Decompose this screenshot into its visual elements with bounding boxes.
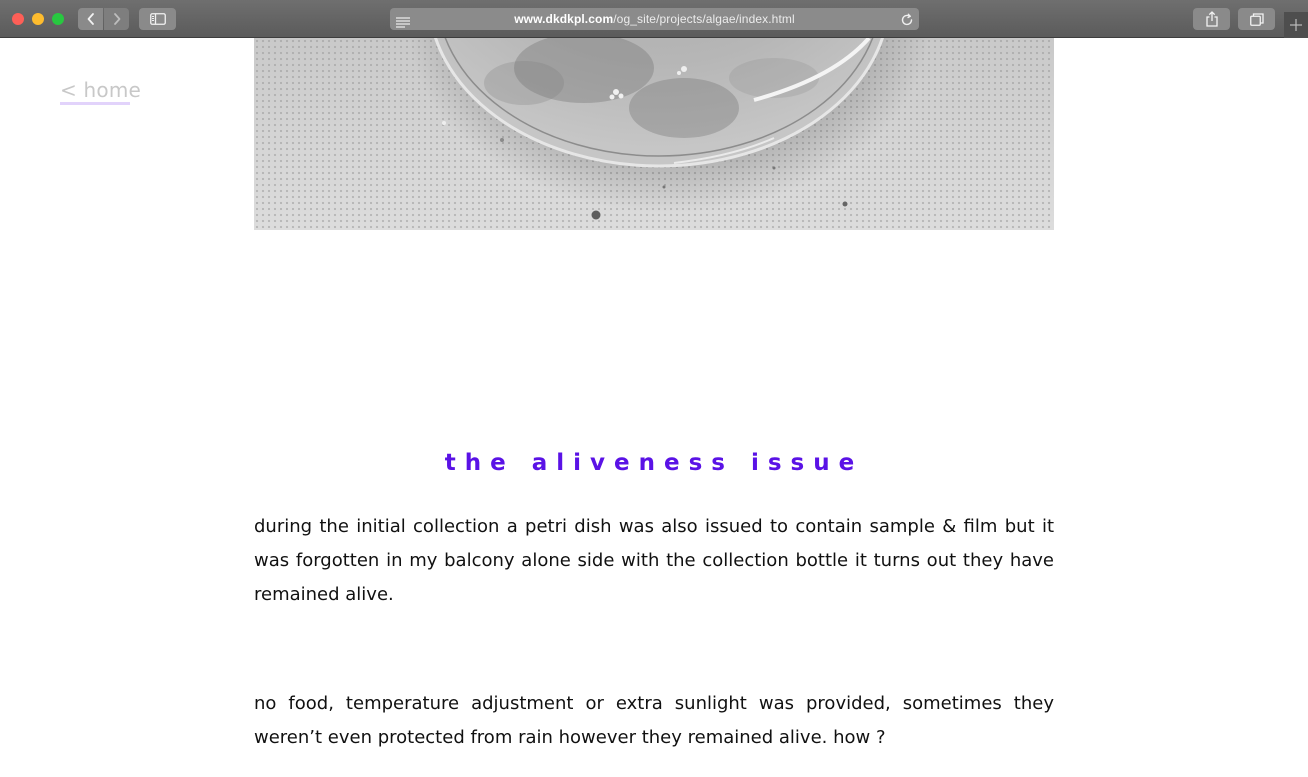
tabs-overview-icon <box>1249 12 1264 26</box>
url-path: /og_site/projects/algae/index.html <box>613 12 795 26</box>
forward-button[interactable] <box>104 8 129 30</box>
paragraph-2: no food, temperature adjustment or extra… <box>254 693 1054 748</box>
plus-icon <box>1290 19 1302 31</box>
back-button[interactable] <box>78 8 103 30</box>
share-icon <box>1205 11 1218 27</box>
reload-icon[interactable] <box>900 12 914 31</box>
tabs-overview-button[interactable] <box>1238 8 1275 30</box>
browser-toolbar: www.dkdkpl.com/og_site/projects/algae/in… <box>0 0 1308 38</box>
url-text[interactable]: www.dkdkpl.com/og_site/projects/algae/in… <box>390 12 919 26</box>
petri-dish-photo <box>254 38 1054 230</box>
paragraph-1: during the initial collection a petri di… <box>254 516 1054 605</box>
zoom-window-button[interactable] <box>52 13 64 25</box>
sidebar-toggle-button[interactable] <box>139 8 176 30</box>
new-tab-button[interactable] <box>1284 12 1308 38</box>
home-link-underline <box>60 102 130 105</box>
page-heading: the aliveness issue <box>444 450 864 476</box>
share-button[interactable] <box>1193 8 1230 30</box>
chevron-left-icon <box>87 13 94 25</box>
chevron-right-icon <box>113 13 120 25</box>
url-host: www.dkdkpl.com <box>514 12 614 26</box>
address-bar[interactable]: www.dkdkpl.com/og_site/projects/algae/in… <box>390 8 919 30</box>
close-window-button[interactable] <box>12 13 24 25</box>
minimize-window-button[interactable] <box>32 13 44 25</box>
sidebar-icon <box>149 13 166 25</box>
home-link[interactable]: < home <box>60 77 141 103</box>
